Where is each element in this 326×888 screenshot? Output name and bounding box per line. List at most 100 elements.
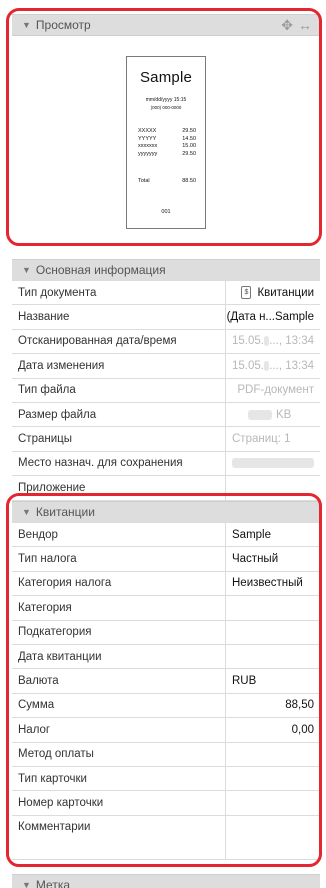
field-label: Метод оплаты bbox=[12, 742, 226, 766]
field-label: Тип документа bbox=[12, 281, 226, 305]
tag-header[interactable]: ▼ Метка bbox=[12, 874, 320, 888]
field-row-tax-category[interactable]: Категория налога Неизвестный bbox=[12, 570, 320, 596]
field-row-scan-date: Отсканированная дата/время 15.05. ..., 1… bbox=[12, 328, 320, 354]
currency-select[interactable]: RUB bbox=[226, 669, 320, 692]
field-row-vendor[interactable]: Вендор Sample bbox=[12, 522, 320, 547]
disclosure-triangle-icon[interactable]: ▼ bbox=[22, 507, 31, 517]
field-row-tax-type[interactable]: Тип налога Частный bbox=[12, 546, 320, 571]
application-value[interactable] bbox=[226, 476, 320, 499]
comments-field[interactable] bbox=[226, 816, 320, 859]
move-icon[interactable]: ✥ bbox=[281, 17, 293, 33]
receipt-item-name: YYYYY bbox=[138, 135, 157, 142]
name-field[interactable]: (Дата н...Sample bbox=[226, 305, 320, 328]
date-part: 15.05. bbox=[232, 335, 264, 348]
receipt-item-name: xxxxxxx bbox=[138, 143, 158, 149]
tag-header-label: Метка bbox=[35, 878, 71, 888]
preview-header[interactable]: ▼ Просмотр ✥ ↔ bbox=[12, 14, 320, 36]
receipts-table: Вендор Sample Тип налога Частный Категор… bbox=[12, 522, 320, 860]
receipt-line: xxxxxxx 15.00 bbox=[138, 143, 196, 151]
disclosure-triangle-icon[interactable]: ▼ bbox=[22, 265, 31, 275]
time-part: ..., 13:34 bbox=[269, 335, 314, 348]
pages-value: Страниц: 1 bbox=[232, 433, 291, 446]
receipt-line: yyyyyyy 29.50 bbox=[138, 151, 196, 159]
receipt-doc-icon: $ bbox=[241, 286, 252, 300]
receipt-date-field[interactable] bbox=[226, 645, 320, 668]
field-row-application[interactable]: Приложение bbox=[12, 475, 320, 500]
field-label: Вендор bbox=[12, 523, 226, 547]
disclosure-triangle-icon[interactable]: ▼ bbox=[22, 880, 31, 888]
field-label: Комментарии bbox=[12, 815, 226, 859]
field-label: Тип файла bbox=[12, 378, 226, 402]
field-row-card-type[interactable]: Тип карточки bbox=[12, 765, 320, 791]
preview-tools: ✥ ↔ bbox=[281, 17, 312, 33]
receipts-header[interactable]: ▼ Квитанции bbox=[12, 501, 320, 523]
category-field[interactable] bbox=[226, 596, 320, 619]
field-row-subcategory[interactable]: Подкатегория bbox=[12, 619, 320, 644]
field-row-payment-method[interactable]: Метод оплаты bbox=[12, 741, 320, 766]
field-label: Название bbox=[12, 305, 226, 329]
field-label: Тип карточки bbox=[12, 766, 226, 791]
subcategory-field[interactable] bbox=[226, 621, 320, 644]
disclosure-triangle-icon[interactable]: ▼ bbox=[22, 20, 31, 30]
field-row-card-number[interactable]: Номер карточки bbox=[12, 790, 320, 815]
field-label: Сумма bbox=[12, 693, 226, 718]
field-label: Подкатегория bbox=[12, 620, 226, 644]
field-row-category[interactable]: Категория bbox=[12, 595, 320, 620]
field-row-name[interactable]: Название (Дата н...Sample bbox=[12, 304, 320, 329]
receipt-item-price: 14.50 bbox=[182, 135, 196, 142]
field-row-comments[interactable]: Комментарии bbox=[12, 814, 320, 859]
preview-area[interactable]: Sample mm/dd/yyyy 15:15 (000) 000-0000 X… bbox=[12, 36, 320, 240]
field-row-currency[interactable]: Валюта RUB bbox=[12, 668, 320, 693]
receipt-item-price: 29.50 bbox=[182, 128, 196, 134]
field-label: Дата квитанции bbox=[12, 644, 226, 669]
field-label: Категория налога bbox=[12, 571, 226, 596]
preview-header-label: Просмотр bbox=[35, 18, 91, 32]
field-label: Валюта bbox=[12, 669, 226, 693]
receipts-header-label: Квитанции bbox=[35, 505, 95, 519]
field-row-receipt-date[interactable]: Дата квитанции bbox=[12, 643, 320, 669]
receipt-total-label: Total bbox=[138, 178, 150, 184]
field-label: Дата изменения bbox=[12, 354, 226, 378]
receipt-item-price: 29.50 bbox=[182, 150, 196, 157]
save-destination-value[interactable] bbox=[226, 452, 320, 475]
receipt-phone: (000) 000-0000 bbox=[150, 105, 182, 110]
receipt-line: YYYYY 14.50 bbox=[138, 136, 196, 144]
card-number-field[interactable] bbox=[226, 791, 320, 814]
date-part: 15.05. bbox=[232, 359, 264, 372]
document-type-value[interactable]: $ Квитанции bbox=[226, 281, 320, 304]
file-type-value: PDF-документ bbox=[237, 384, 314, 397]
basic-info-header-label: Основная информация bbox=[35, 263, 166, 277]
field-label: Категория bbox=[12, 596, 226, 620]
card-type-field[interactable] bbox=[226, 767, 320, 790]
receipt-total: Total 88.50 bbox=[138, 178, 196, 184]
basic-info-header[interactable]: ▼ Основная информация bbox=[12, 259, 320, 281]
vendor-field[interactable]: Sample bbox=[226, 523, 320, 546]
tax-field[interactable]: 0,00 bbox=[226, 718, 320, 741]
field-row-document-type[interactable]: Тип документа $ Квитанции bbox=[12, 280, 320, 305]
file-size-value: KB bbox=[226, 403, 320, 426]
field-label: Место назнач. для сохранения bbox=[12, 451, 226, 476]
field-row-pages: Страницы Страниц: 1 bbox=[12, 426, 320, 451]
amount-field[interactable]: 88,50 bbox=[226, 694, 320, 717]
receipt-number: 001 bbox=[161, 209, 171, 215]
field-row-modified-date: Дата изменения 15.05. ..., 13:34 bbox=[12, 353, 320, 378]
field-row-save-destination[interactable]: Место назнач. для сохранения bbox=[12, 450, 320, 476]
redacted-block bbox=[232, 458, 314, 469]
receipt-preview: Sample mm/dd/yyyy 15:15 (000) 000-0000 X… bbox=[126, 56, 206, 229]
receipt-item-price: 15.00 bbox=[182, 143, 196, 149]
field-label: Номер карточки bbox=[12, 791, 226, 815]
receipt-lines: XXXXX 29.50 YYYYY 14.50 xxxxxxx 15.00 yy… bbox=[138, 128, 196, 158]
receipt-title: Sample bbox=[139, 69, 193, 86]
field-row-tax[interactable]: Налог 0,00 bbox=[12, 717, 320, 742]
tax-category-select[interactable]: Неизвестный bbox=[226, 572, 320, 595]
field-label: Отсканированная дата/время bbox=[12, 329, 226, 354]
field-row-amount[interactable]: Сумма 88,50 bbox=[12, 692, 320, 718]
receipt-line: XXXXX 29.50 bbox=[138, 128, 196, 136]
payment-method-field[interactable] bbox=[226, 743, 320, 766]
resize-icon[interactable]: ↔ bbox=[298, 17, 312, 33]
field-label: Приложение bbox=[12, 476, 226, 500]
tax-type-select[interactable]: Частный bbox=[226, 547, 320, 570]
basic-info-table: Тип документа $ Квитанции Название (Дата… bbox=[12, 280, 320, 501]
file-size-unit: KB bbox=[276, 408, 292, 421]
receipt-item-name: XXXXX bbox=[138, 128, 157, 134]
